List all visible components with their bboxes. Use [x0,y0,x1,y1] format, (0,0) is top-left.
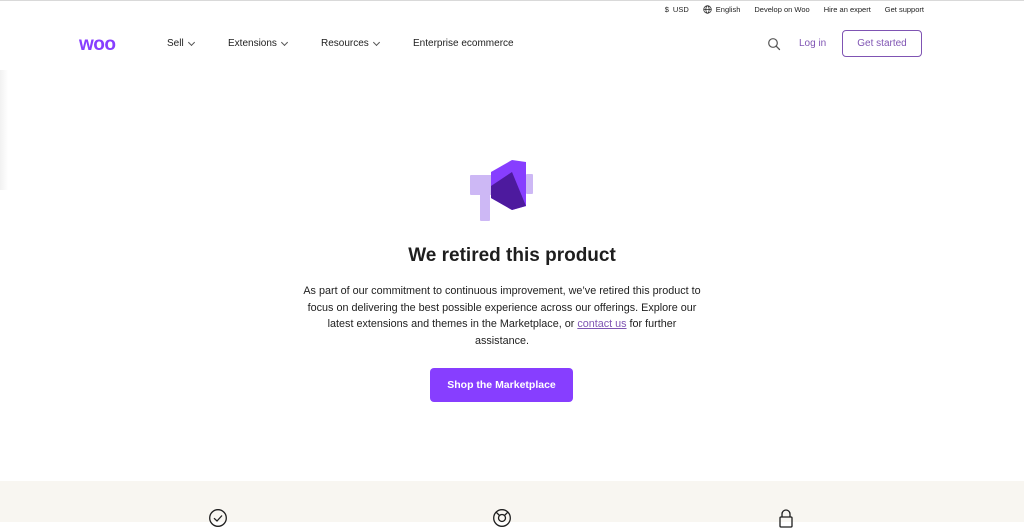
hire-an-expert-link[interactable]: Hire an expert [824,5,871,14]
nav-sell[interactable]: Sell [167,38,195,49]
woo-logo[interactable]: woo [79,34,139,54]
left-edge-shadow [0,70,8,190]
chevron-down-icon [280,38,288,46]
top-border [0,0,1024,1]
language-selector[interactable]: English [703,5,741,14]
utility-bar: $ USD English Develop on Woo Hire an exp… [665,5,924,14]
get-started-button[interactable]: Get started [842,30,922,57]
dollar-icon: $ [664,5,669,14]
nav-enterprise[interactable]: Enterprise ecommerce [413,38,514,49]
svg-text:woo: woo [79,34,116,54]
check-circle-icon [209,509,227,527]
nav-extensions[interactable]: Extensions [228,38,288,49]
nav-extensions-label: Extensions [228,38,277,49]
contact-us-link[interactable]: contact us [577,318,626,330]
language-label: English [715,5,741,14]
login-link[interactable]: Log in [799,38,826,49]
develop-on-woo-link[interactable]: Develop on Woo [754,5,809,14]
search-icon[interactable] [766,36,782,52]
nav-enterprise-label: Enterprise ecommerce [413,38,514,49]
currency-selector[interactable]: $ USD [665,5,689,14]
chevron-down-icon [187,38,195,46]
lock-icon [779,509,793,528]
nav-sell-label: Sell [167,38,184,49]
nav-resources[interactable]: Resources [321,38,380,49]
get-support-link[interactable]: Get support [885,5,924,14]
main-navbar: woo Sell Extensions Resources Enterprise… [0,30,1024,60]
globe-icon [703,5,712,14]
retirement-message: As part of our commitment to continuous … [302,283,702,349]
megaphone-icon [470,160,533,221]
shop-marketplace-button[interactable]: Shop the Marketplace [430,368,573,402]
footer-features-band [0,481,1024,522]
chevron-down-icon [372,38,380,46]
support-icon [493,509,511,527]
nav-resources-label: Resources [321,38,369,49]
currency-label: USD [672,5,689,14]
page-title: We retired this product [408,245,616,266]
